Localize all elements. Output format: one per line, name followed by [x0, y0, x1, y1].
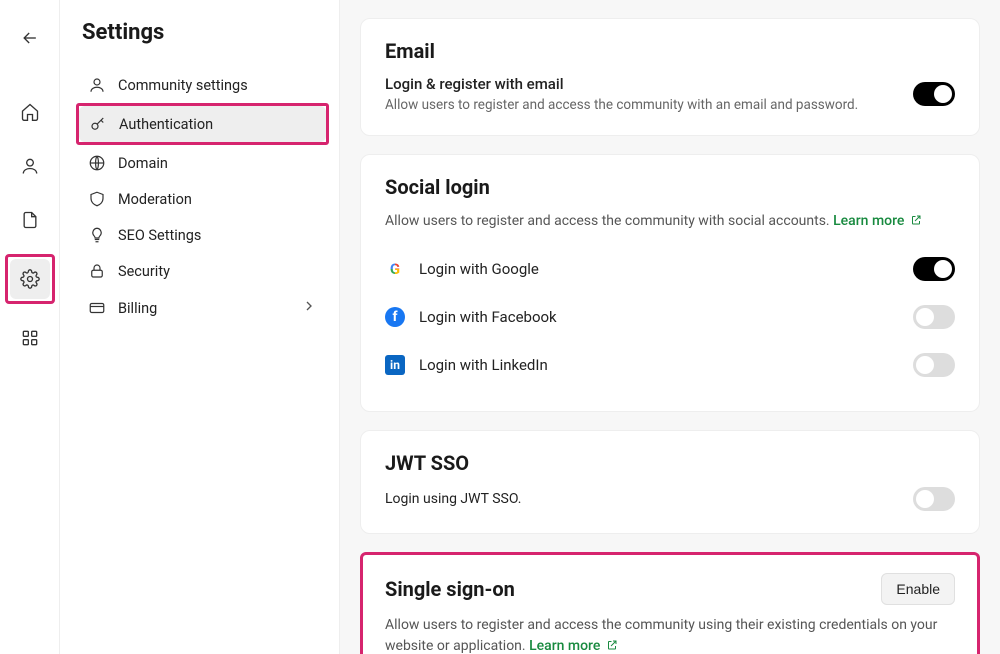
shield-icon — [88, 190, 106, 208]
social-learn-more-link[interactable]: Learn more — [833, 213, 922, 229]
social-login-card: Social login Allow users to register and… — [360, 154, 980, 412]
sidebar-item-label: Domain — [118, 155, 168, 172]
sso-learn-more-link[interactable]: Learn more — [529, 638, 618, 654]
sidebar-item-authentication[interactable]: Authentication — [79, 106, 326, 142]
sidebar-item-label: Authentication — [119, 116, 213, 133]
grid-icon — [20, 328, 40, 348]
sidebar-item-community-settings[interactable]: Community settings — [78, 67, 327, 103]
sso-enable-button[interactable]: Enable — [881, 573, 955, 605]
email-card: Email Login & register with email Allow … — [360, 18, 980, 136]
sidebar-item-seo[interactable]: SEO Settings — [78, 217, 327, 253]
google-label: Login with Google — [419, 260, 539, 278]
globe-icon — [88, 154, 106, 172]
sidebar-item-label: Community settings — [118, 77, 248, 94]
rail-apps[interactable] — [10, 318, 50, 358]
sidebar-item-moderation[interactable]: Moderation — [78, 181, 327, 217]
social-row-facebook: f Login with Facebook — [385, 293, 955, 341]
sidebar: Settings Community settings Authenticati… — [60, 0, 340, 654]
linkedin-icon: in — [385, 355, 405, 375]
sidebar-item-label: Billing — [118, 300, 157, 317]
file-icon — [20, 210, 40, 230]
rail-settings-highlight — [5, 254, 55, 304]
social-card-desc: Allow users to register and access the c… — [385, 211, 955, 231]
lightbulb-icon — [88, 226, 106, 244]
jwt-toggle[interactable] — [913, 487, 955, 511]
facebook-icon: f — [385, 307, 405, 327]
facebook-label: Login with Facebook — [419, 308, 557, 326]
sidebar-title: Settings — [78, 20, 327, 45]
jwt-sso-card: JWT SSO Login using JWT SSO. — [360, 430, 980, 534]
google-toggle[interactable] — [913, 257, 955, 281]
sidebar-item-domain[interactable]: Domain — [78, 145, 327, 181]
gear-icon — [20, 269, 40, 289]
rail-pages[interactable] — [10, 200, 50, 240]
email-login-label: Login & register with email — [385, 75, 901, 93]
external-link-icon — [606, 639, 618, 651]
arrow-left-icon — [20, 28, 40, 48]
linkedin-toggle[interactable] — [913, 353, 955, 377]
sidebar-item-label: Moderation — [118, 191, 192, 208]
external-link-icon — [910, 214, 922, 226]
sso-card-title: Single sign-on — [385, 577, 515, 601]
home-icon — [20, 102, 40, 122]
social-row-google: G Login with Google — [385, 245, 955, 293]
lock-icon — [88, 262, 106, 280]
key-icon — [89, 115, 107, 133]
rail-home[interactable] — [10, 92, 50, 132]
rail-settings[interactable] — [10, 259, 50, 299]
sidebar-list: Community settings Authentication Domain… — [78, 67, 327, 327]
user-icon — [20, 156, 40, 176]
rail-profile[interactable] — [10, 146, 50, 186]
facebook-toggle[interactable] — [913, 305, 955, 329]
linkedin-label: Login with LinkedIn — [419, 356, 548, 374]
google-icon: G — [385, 259, 405, 279]
sidebar-item-billing[interactable]: Billing — [78, 289, 327, 327]
jwt-card-title: JWT SSO — [385, 451, 955, 475]
email-card-title: Email — [385, 39, 955, 63]
chevron-right-icon — [301, 298, 317, 318]
user-icon — [88, 76, 106, 94]
email-login-desc: Allow users to register and access the c… — [385, 97, 901, 113]
social-row-linkedin: in Login with LinkedIn — [385, 341, 955, 389]
sidebar-item-label: Security — [118, 263, 170, 280]
email-login-toggle[interactable] — [913, 82, 955, 106]
credit-card-icon — [88, 299, 106, 317]
sso-card: Single sign-on Enable Allow users to reg… — [360, 552, 980, 654]
sso-card-desc: Allow users to register and access the c… — [385, 615, 955, 654]
rail-back[interactable] — [10, 18, 50, 58]
social-card-title: Social login — [385, 175, 955, 199]
sidebar-item-security[interactable]: Security — [78, 253, 327, 289]
sidebar-item-label: SEO Settings — [118, 227, 201, 244]
jwt-card-desc: Login using JWT SSO. — [385, 489, 901, 509]
main-content: Email Login & register with email Allow … — [340, 0, 1000, 654]
icon-rail — [0, 0, 60, 654]
sidebar-highlight-authentication: Authentication — [76, 103, 329, 145]
